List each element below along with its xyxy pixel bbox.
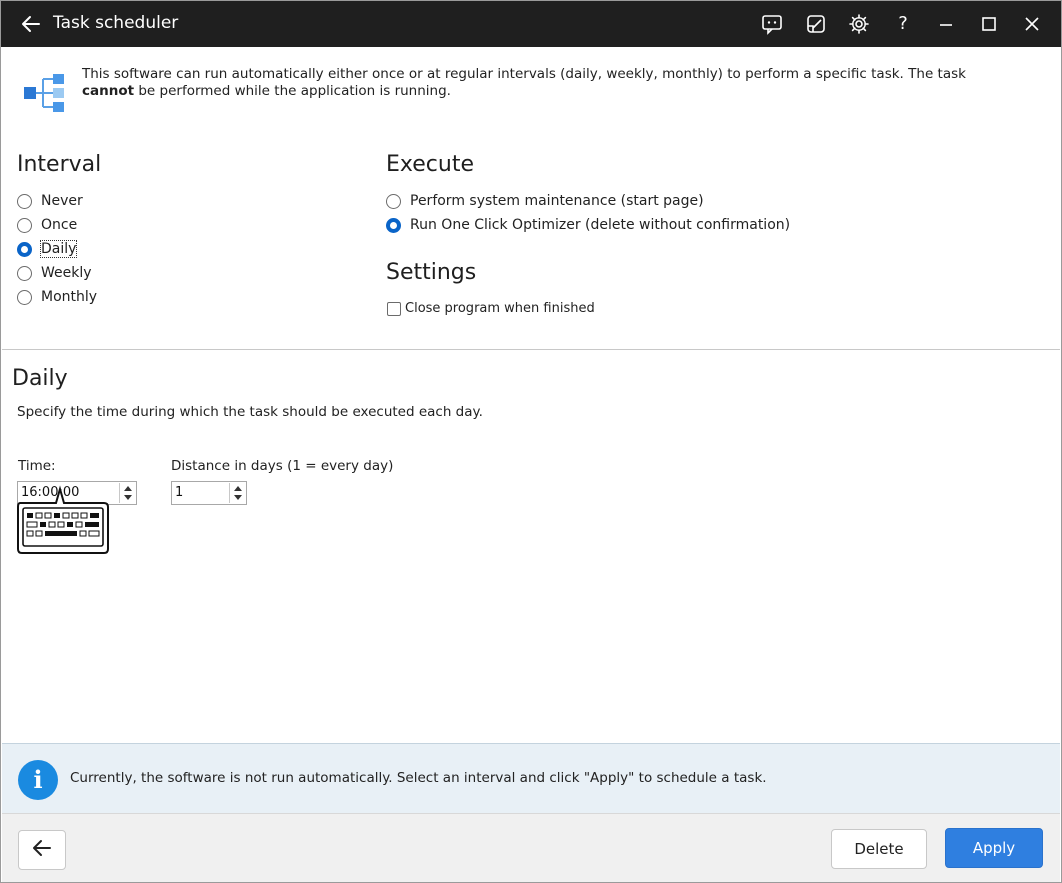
section-divider: [2, 349, 1060, 350]
task-tree-icon: [23, 71, 67, 115]
radio-never-label[interactable]: Never: [41, 193, 83, 209]
window-title: Task scheduler: [53, 13, 179, 33]
radio-monthly[interactable]: Monthly: [17, 289, 97, 305]
title-bar: Task scheduler ?: [1, 1, 1061, 47]
radio-weekly-indicator[interactable]: [17, 265, 32, 281]
time-down-arrow-icon[interactable]: [124, 495, 132, 500]
radio-daily-indicator[interactable]: [17, 241, 32, 257]
radio-daily-label[interactable]: Daily: [39, 240, 78, 258]
radio-system-maintenance-label[interactable]: Perform system maintenance (start page): [410, 193, 704, 209]
distance-input[interactable]: 1: [175, 485, 183, 500]
radio-once[interactable]: Once: [17, 217, 77, 233]
status-info-bar: i Currently, the software is not run aut…: [2, 743, 1060, 813]
radio-monthly-indicator[interactable]: [17, 289, 32, 305]
close-program-checkbox[interactable]: Close program when finished: [387, 301, 595, 316]
distance-label: Distance in days (1 = every day): [171, 458, 394, 474]
maximize-icon[interactable]: [977, 12, 1001, 36]
settings-heading: Settings: [386, 260, 477, 285]
gear-icon[interactable]: [847, 12, 871, 36]
delete-button[interactable]: Delete: [831, 829, 927, 869]
time-spinner-arrows[interactable]: [119, 483, 135, 503]
back-arrow-icon[interactable]: [19, 12, 43, 36]
distance-spinner[interactable]: 1: [171, 481, 247, 505]
radio-monthly-label[interactable]: Monthly: [41, 289, 97, 305]
help-icon[interactable]: ?: [891, 12, 915, 36]
minimize-icon[interactable]: [934, 12, 958, 36]
apply-button[interactable]: Apply: [945, 828, 1043, 868]
intro-description: This software can run automatically eith…: [82, 66, 1022, 100]
radio-daily[interactable]: Daily: [17, 240, 78, 258]
intro-text-part1: This software can run automatically eith…: [82, 66, 966, 82]
radio-system-maintenance-indicator[interactable]: [386, 193, 401, 209]
radio-one-click-optimizer-label[interactable]: Run One Click Optimizer (delete without …: [410, 217, 790, 233]
close-program-checkbox-label[interactable]: Close program when finished: [405, 301, 595, 316]
footer-bar: Delete Apply: [2, 813, 1060, 882]
intro-text-bold: cannot: [82, 83, 135, 99]
radio-one-click-optimizer-indicator[interactable]: [386, 217, 401, 233]
info-icon: i: [18, 760, 58, 800]
radio-never[interactable]: Never: [17, 193, 83, 209]
back-arrow-icon[interactable]: [31, 837, 53, 863]
status-info-text: Currently, the software is not run autom…: [70, 770, 767, 786]
radio-weekly[interactable]: Weekly: [17, 265, 92, 281]
close-program-checkbox-box[interactable]: [387, 301, 401, 316]
feedback-icon[interactable]: [760, 12, 784, 36]
radio-weekly-label[interactable]: Weekly: [41, 265, 92, 281]
daily-description: Specify the time during which the task s…: [17, 404, 483, 420]
radio-once-indicator[interactable]: [17, 217, 32, 233]
execute-heading: Execute: [386, 152, 474, 177]
time-up-arrow-icon[interactable]: [124, 486, 132, 491]
daily-heading: Daily: [12, 366, 68, 391]
intro-text-part2: be performed while the application is ru…: [134, 83, 451, 99]
radio-never-indicator[interactable]: [17, 193, 32, 209]
close-icon[interactable]: [1020, 12, 1044, 36]
time-label: Time:: [18, 458, 56, 474]
touch-keyboard-icon[interactable]: [14, 485, 111, 555]
radio-one-click-optimizer[interactable]: Run One Click Optimizer (delete without …: [386, 217, 790, 233]
back-button[interactable]: [18, 830, 66, 870]
radio-once-label[interactable]: Once: [41, 217, 77, 233]
interval-heading: Interval: [17, 152, 102, 177]
distance-up-arrow-icon[interactable]: [234, 486, 242, 491]
radio-system-maintenance[interactable]: Perform system maintenance (start page): [386, 193, 704, 209]
task-scheduler-window: Task scheduler ? This software can run a…: [0, 0, 1062, 883]
distance-down-arrow-icon[interactable]: [234, 495, 242, 500]
notes-icon[interactable]: [804, 12, 828, 36]
distance-spinner-arrows[interactable]: [229, 483, 245, 503]
